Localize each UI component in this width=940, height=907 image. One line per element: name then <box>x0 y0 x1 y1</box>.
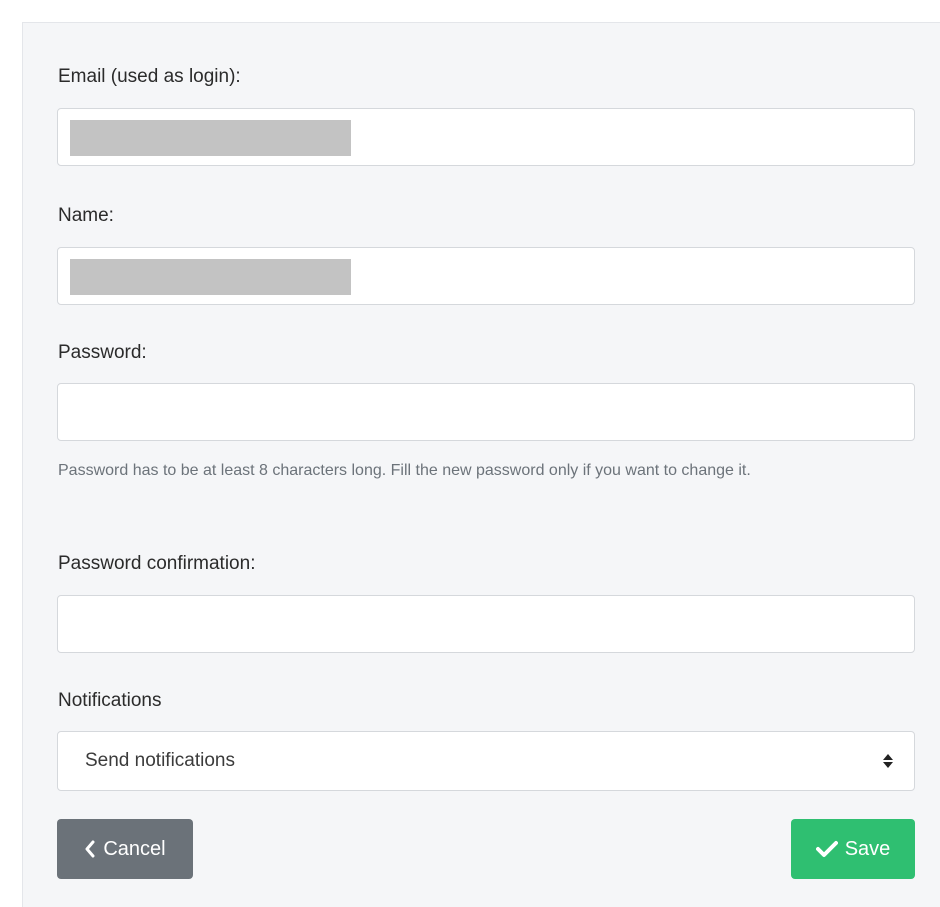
password-confirmation-field[interactable] <box>57 595 915 653</box>
check-icon <box>815 840 838 858</box>
password-help-text: Password has to be at least 8 characters… <box>58 462 751 479</box>
name-redacted-value <box>70 259 351 295</box>
notifications-label: Notifications <box>58 690 162 711</box>
name-field[interactable] <box>57 247 915 305</box>
password-confirmation-label: Password confirmation: <box>58 553 256 574</box>
cancel-button-label: Cancel <box>103 837 166 860</box>
notifications-selected-value: Send notifications <box>85 750 235 771</box>
save-button[interactable]: Save <box>791 819 915 879</box>
chevron-left-icon <box>84 840 96 858</box>
password-label: Password: <box>58 342 147 363</box>
password-field[interactable] <box>57 383 915 441</box>
sort-caret-icon <box>882 748 894 774</box>
email-redacted-value <box>70 120 351 156</box>
name-label: Name: <box>58 205 114 226</box>
notifications-select[interactable]: Send notifications <box>57 731 915 791</box>
cancel-button[interactable]: Cancel <box>57 819 193 879</box>
email-label: Email (used as login): <box>58 66 241 87</box>
email-field[interactable] <box>57 108 915 166</box>
save-button-label: Save <box>844 837 891 860</box>
user-settings-form: Email (used as login): Name: Password: P… <box>22 22 940 907</box>
